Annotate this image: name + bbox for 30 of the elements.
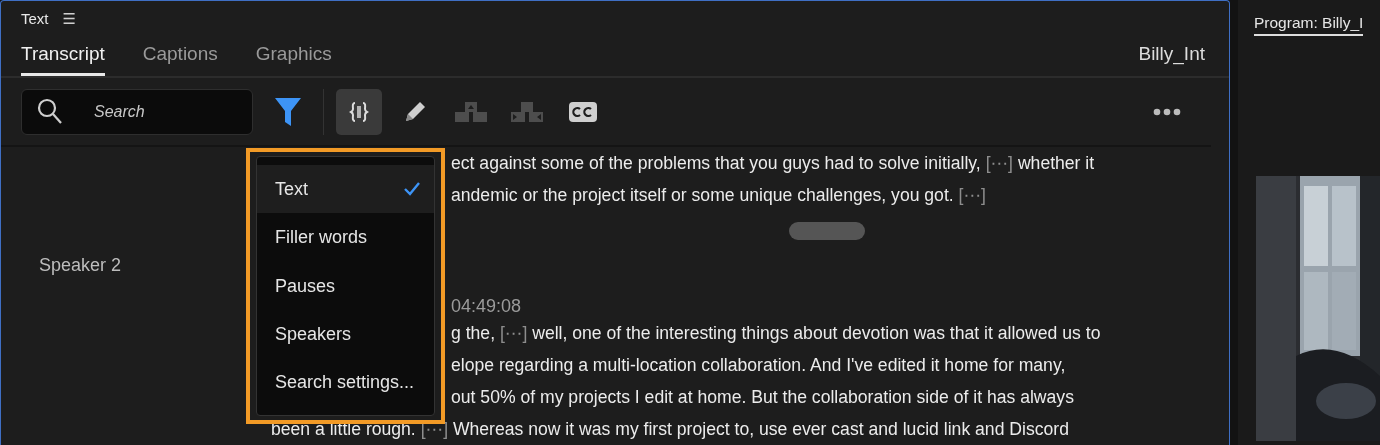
blocks-icon: [454, 100, 488, 123]
menu-item[interactable]: Pauses: [257, 261, 434, 311]
transcript-line: ect against some of the problems that you guys had to solve initially, [⋯] whether it: [451, 152, 1095, 174]
scroll-handle[interactable]: [789, 222, 865, 240]
transcript-line: g the, [⋯] well, one of the interesting things about devotion was that it allowed us to: [451, 322, 1101, 344]
panel-title: Text: [21, 10, 49, 28]
menu-item[interactable]: Search settings...: [257, 358, 434, 408]
menu-item[interactable]: Filler words: [257, 213, 434, 262]
panel-menu-icon[interactable]: ☰: [62, 9, 76, 28]
menu-item[interactable]: Text: [257, 165, 434, 214]
panel-tab[interactable]: Program: Billy_I: [1254, 14, 1364, 36]
closed-captions-icon: [568, 100, 598, 123]
search-icon: [37, 97, 63, 126]
speaker-label: Speaker 2: [38, 254, 123, 276]
more-icon: [1153, 107, 1181, 116]
transcript-line: elope regarding a multi-location collaboration. And I've edited it home for many,: [451, 354, 1066, 376]
transcript-line: andemic or the project itself or some unique challenges, you got. [⋯]: [451, 184, 986, 206]
clip-name: Billy_Int: [1138, 43, 1205, 67]
tab[interactable]: Captions: [142, 36, 218, 77]
tab[interactable]: Graphics: [255, 36, 332, 77]
blocks-icon: [510, 100, 544, 123]
menu-item[interactable]: Speakers: [257, 310, 434, 359]
transcript-line: out 50% of my projects I edit at home. But the collaboration side of it has always: [451, 386, 1074, 408]
tab[interactable]: Transcript: [21, 36, 105, 77]
checkmark-icon: [404, 182, 420, 197]
tool-button[interactable]: [336, 88, 382, 135]
filter-icon: [274, 96, 302, 127]
timestamp: 04:49:08: [451, 296, 522, 317]
search-field[interactable]: Search: [21, 88, 253, 135]
brackets-icon: [349, 100, 369, 123]
